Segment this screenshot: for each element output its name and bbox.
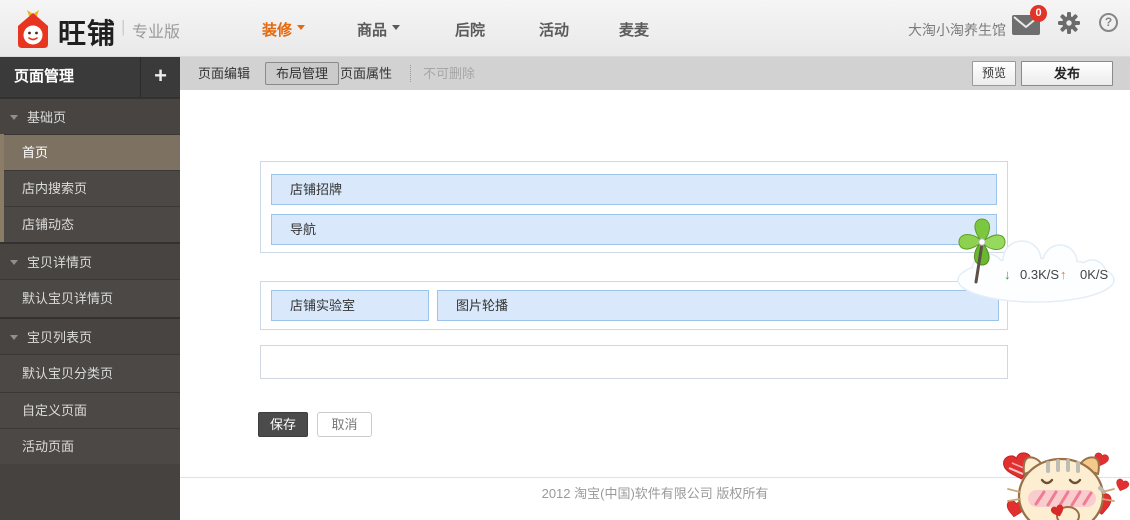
nav-item-decorate[interactable]: 装修: [262, 19, 306, 40]
sidebar-item-default-item-detail[interactable]: 默认宝贝详情页: [0, 279, 180, 317]
page-manager-sidebar: 页面管理 + 基础页 首页 店内搜索页 店铺动态 宝贝详情页 默认宝贝详情页 宝…: [0, 57, 180, 520]
top-header: 旺铺 | 专业版 装修 商品 后院 活动 麦麦 大淘小淘养生馆 0 ?: [0, 0, 1130, 57]
brand-name: 旺铺: [58, 18, 117, 49]
cat-ear-left: [1022, 456, 1044, 476]
brand-divider: |: [121, 17, 126, 36]
toolbar-divider: [410, 65, 411, 82]
sidebar-item-label: 基础页: [27, 110, 67, 125]
cat-paw: [1056, 506, 1080, 520]
sidebar-section-item-list-pages[interactable]: 宝贝列表页: [0, 317, 180, 354]
sidebar-item-label: 店内搜索页: [22, 181, 88, 196]
sidebar-item-label: 默认宝贝分类页: [22, 366, 114, 381]
add-page-button[interactable]: +: [140, 57, 180, 97]
nav-item-label: 后院: [455, 22, 486, 39]
sidebar-item-activity-page[interactable]: 活动页面: [0, 428, 180, 464]
sidebar-item-label: 首页: [22, 145, 49, 160]
nav-item-backyard[interactable]: 后院: [455, 19, 485, 40]
gear-icon[interactable]: [1058, 12, 1080, 34]
tab-page-properties[interactable]: 页面属性: [340, 57, 392, 90]
sidebar-item-label: 活动页面: [22, 439, 75, 454]
chevron-down-icon: [392, 25, 401, 34]
download-speed: 0.3K/S: [1020, 267, 1060, 282]
nav-item-label: 麦麦: [619, 22, 650, 39]
sidebar-section-item-detail-pages[interactable]: 宝贝详情页: [0, 242, 180, 279]
wangpu-logo-icon: [14, 8, 52, 55]
undeletable-label: 不可删除: [423, 66, 476, 81]
shop-name[interactable]: 大淘小淘养生馆: [908, 20, 1006, 40]
sidebar-item-shop-news[interactable]: 店铺动态: [0, 206, 180, 242]
tab-layout-manage[interactable]: 布局管理: [265, 62, 340, 85]
cat-sticker: [992, 440, 1130, 520]
module-shop-banner[interactable]: 店铺招牌: [271, 174, 997, 205]
sidebar-section-basic-pages[interactable]: 基础页: [0, 97, 180, 134]
sidebar-item-label: 默认宝贝详情页: [22, 291, 114, 306]
layout-row-empty[interactable]: [260, 345, 1008, 379]
triangle-down-icon: [10, 115, 18, 124]
preview-button[interactable]: 预览: [972, 61, 1016, 86]
sidebar-item-label: 宝贝详情页: [27, 255, 93, 270]
chevron-down-icon: [297, 25, 306, 34]
module-shop-lab[interactable]: 店铺实验室: [271, 290, 429, 321]
mail-badge: 0: [1030, 5, 1047, 22]
tab-page-edit[interactable]: 页面编辑: [198, 57, 250, 90]
cancel-button[interactable]: 取消: [317, 412, 372, 437]
copyright-text: 2012 淘宝(中国)软件有限公司 版权所有: [541, 486, 769, 501]
triangle-down-icon: [10, 260, 18, 269]
sidebar-header: 页面管理 +: [0, 57, 180, 97]
sidebar-item-label: 宝贝列表页: [27, 330, 93, 345]
sidebar-item-label: 自定义页面: [22, 403, 88, 418]
sidebar-item-label: 店铺动态: [22, 217, 75, 232]
edition-label: 专业版: [132, 24, 181, 41]
triangle-down-icon: [10, 335, 18, 344]
nav-item-maimai[interactable]: 麦麦: [619, 19, 649, 40]
nav-item-label: 活动: [539, 22, 570, 39]
editor-toolbar: 页面编辑 布局管理 页面属性 不可删除 预览 发布: [180, 57, 1130, 90]
nav-item-label: 商品: [357, 22, 388, 39]
upload-arrow-icon: ↑: [1060, 267, 1067, 282]
nav-item-label: 装修: [262, 22, 293, 39]
cat-ear-right: [1078, 456, 1100, 476]
upload-speed: 0K/S: [1080, 267, 1109, 282]
layout-row-2: 店铺实验室 图片轮播: [260, 281, 1008, 330]
nav-item-activities[interactable]: 活动: [539, 19, 569, 40]
help-icon[interactable]: ?: [1099, 13, 1118, 32]
sidebar-item-shop-search-page[interactable]: 店内搜索页: [0, 170, 180, 206]
module-image-carousel[interactable]: 图片轮播: [437, 290, 999, 321]
sidebar-item-default-item-category[interactable]: 默认宝贝分类页: [0, 354, 180, 392]
footer-divider: [180, 477, 1130, 478]
layout-row-1: 店铺招牌 导航: [260, 161, 1008, 253]
sidebar-item-homepage[interactable]: 首页: [0, 134, 180, 170]
nav-item-products[interactable]: 商品: [357, 19, 401, 40]
save-button[interactable]: 保存: [258, 412, 308, 437]
download-arrow-icon: ↓: [1004, 267, 1011, 282]
module-navigation[interactable]: 导航: [271, 214, 997, 245]
sidebar-item-custom-page[interactable]: 自定义页面: [0, 392, 180, 428]
publish-button[interactable]: 发布: [1021, 61, 1113, 86]
